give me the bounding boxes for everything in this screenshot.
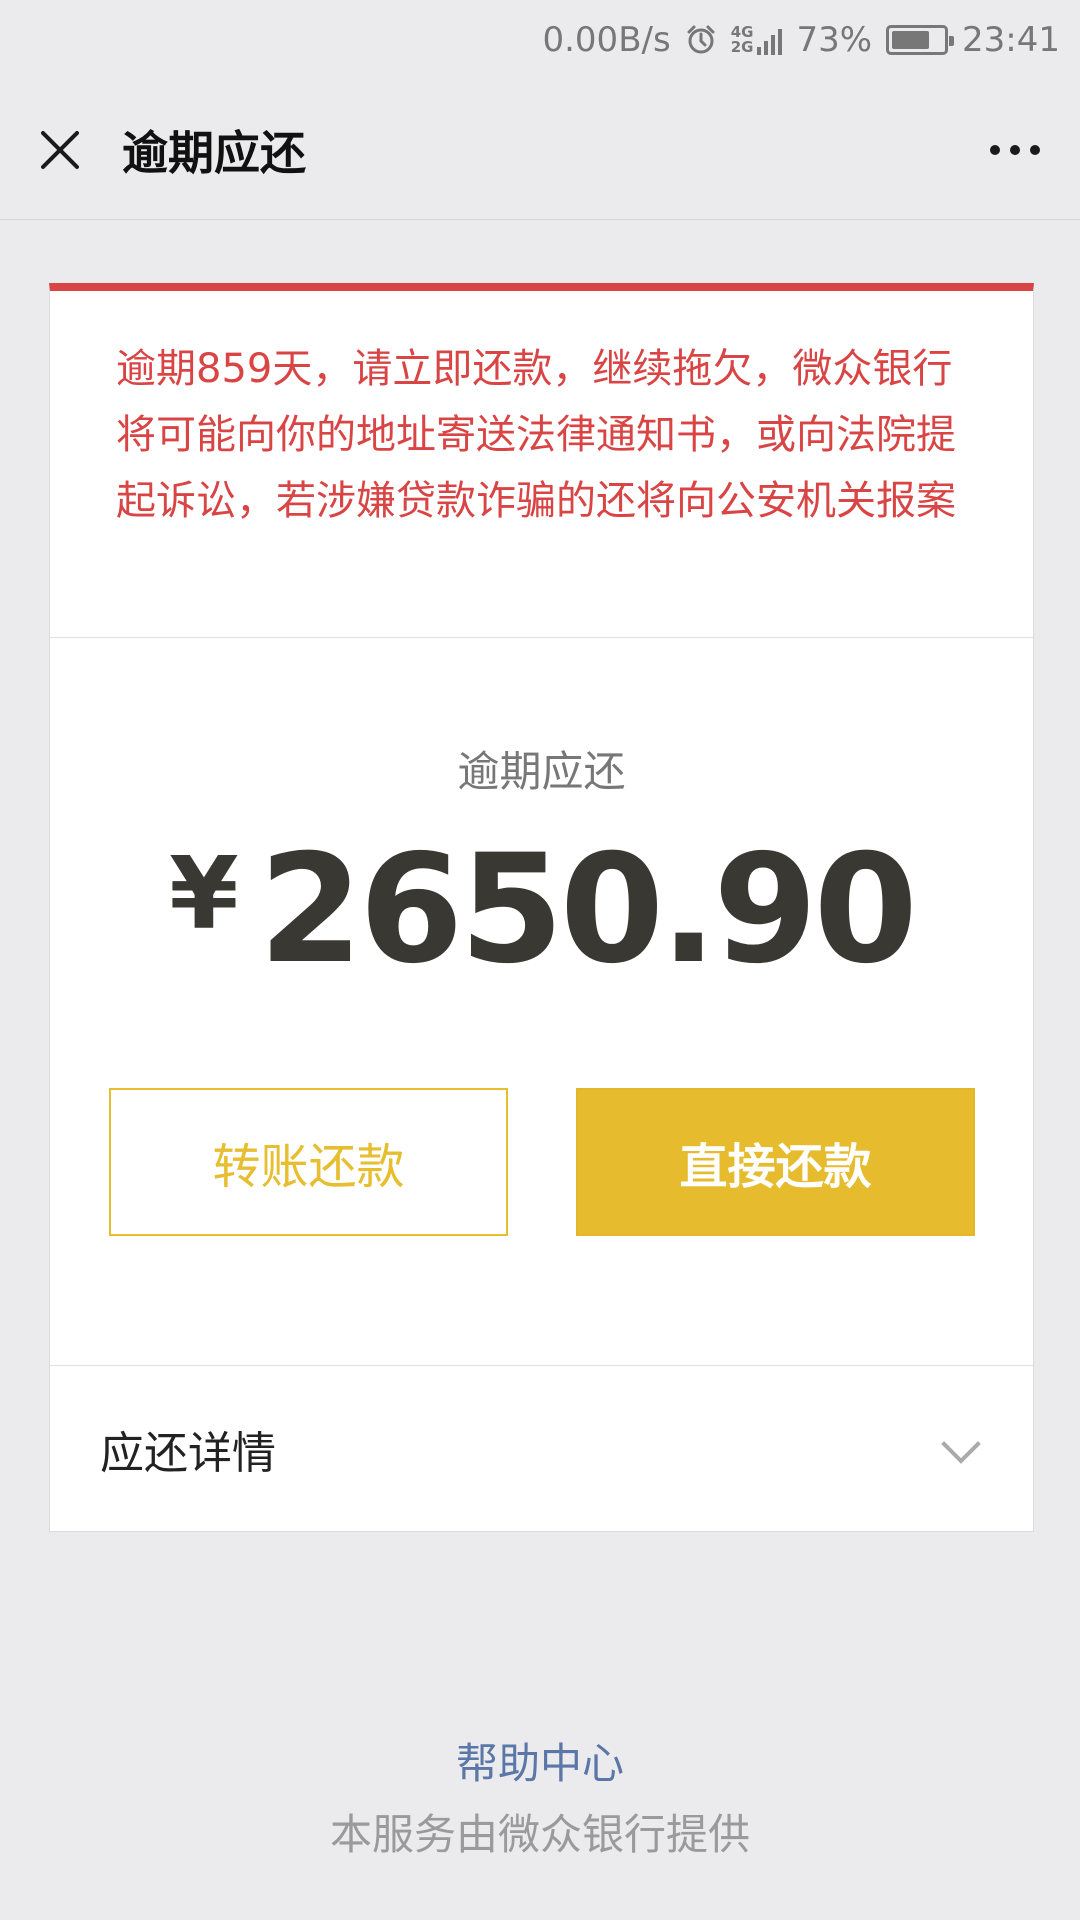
details-label: 应还详情 <box>100 1427 276 1479</box>
alarm-clock-icon <box>685 24 717 56</box>
more-dots-icon[interactable] <box>988 135 1042 165</box>
signal-icon: 4G 2G <box>731 25 783 55</box>
transfer-repay-button[interactable]: 转账还款 <box>109 1088 508 1236</box>
help-center-link[interactable]: 帮助中心 <box>456 1730 624 1791</box>
provider-note: 本服务由微众银行提供 <box>329 1810 750 1859</box>
battery-percent: 73% <box>796 20 873 60</box>
amount-section: 逾期应还 ¥ 2650.90 转账还款 直接还款 <box>50 638 1033 1366</box>
close-icon[interactable] <box>38 128 82 172</box>
repayment-card: 逾期859天，请立即还款，继续拖欠，微众银行将可能向你的地址寄送法律通知书，或向… <box>49 283 1034 1532</box>
repayment-details-row[interactable]: 应还详情 <box>50 1366 1033 1531</box>
page-title: 逾期应还 <box>122 125 306 180</box>
chevron-down-icon <box>943 1432 977 1466</box>
network-type-bottom: 2G <box>730 38 754 56</box>
network-speed: 0.00B/s <box>542 20 671 60</box>
amount-value: 2650.90 <box>258 823 918 997</box>
nav-bar: 逾期应还 <box>0 80 1080 220</box>
overdue-warning: 逾期859天，请立即还款，继续拖欠，微众银行将可能向你的地址寄送法律通知书，或向… <box>50 291 1033 638</box>
battery-icon <box>886 25 955 55</box>
footer: 帮助中心 本服务由微众银行提供 <box>0 1730 1080 1862</box>
status-time: 23:41 <box>962 20 1060 60</box>
amount-display: ¥ 2650.90 <box>50 823 1033 997</box>
action-buttons: 转账还款 直接还款 <box>109 1088 975 1236</box>
direct-repay-button[interactable]: 直接还款 <box>576 1088 975 1236</box>
battery-level <box>892 31 929 49</box>
status-bar: 0.00B/s 4G 2G 73% 23:41 <box>0 0 1080 80</box>
amount-label: 逾期应还 <box>457 747 626 796</box>
currency-symbol: ¥ <box>169 835 239 952</box>
